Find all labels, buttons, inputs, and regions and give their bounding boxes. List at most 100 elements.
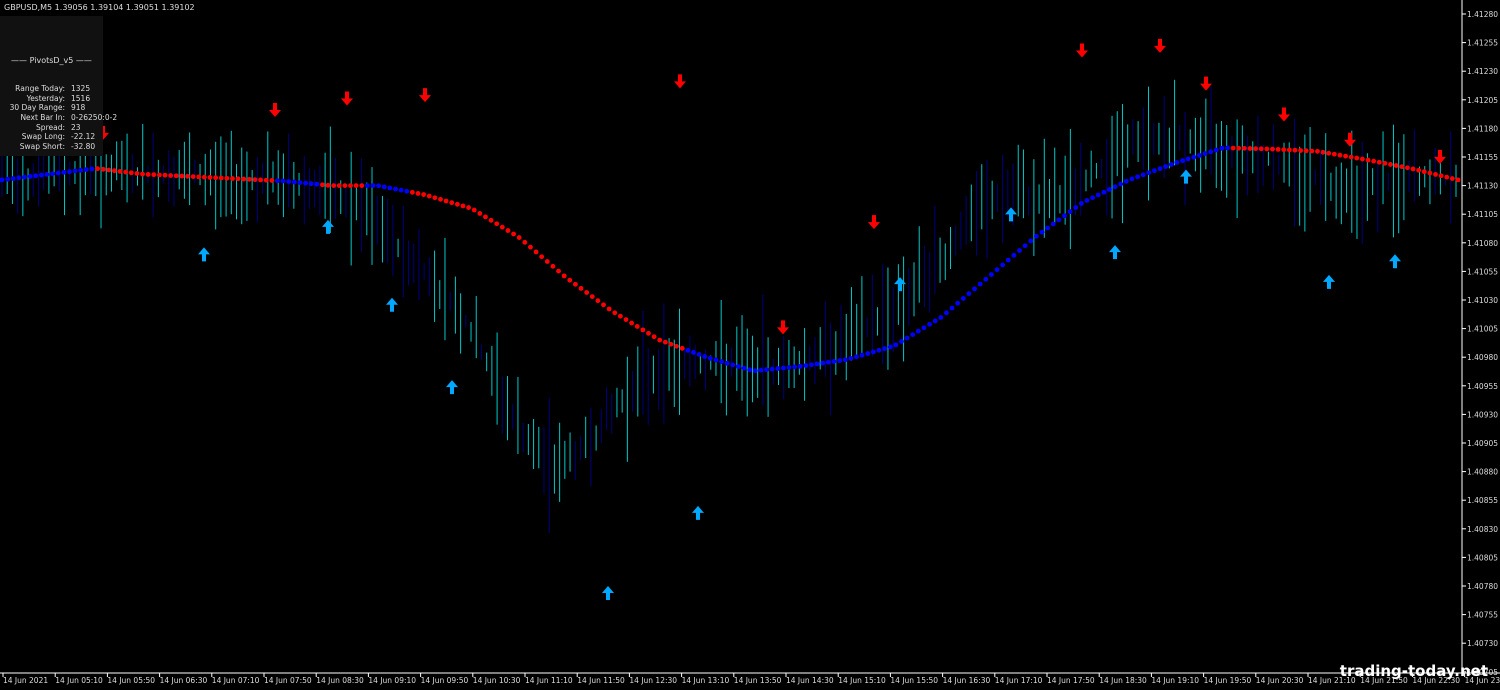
trend-dot [932, 318, 938, 324]
trend-dot [112, 168, 117, 174]
trend-dot [1202, 151, 1208, 156]
trend-dot [1180, 158, 1185, 164]
y-tick-label: 1.40755 [1467, 611, 1498, 620]
trend-dot [685, 347, 691, 353]
trend-dot [825, 359, 831, 365]
buy-arrow-icon [602, 586, 614, 600]
trend-dot [1033, 233, 1039, 239]
trend-dot [38, 172, 44, 178]
trend-dot [876, 347, 882, 353]
trend-dot [404, 188, 410, 194]
x-tick-label: 14 Jun 2021 [3, 676, 48, 685]
trend-dot [1146, 170, 1152, 176]
x-tick-label: 14 Jun 09:10 [368, 676, 416, 685]
trend-dot [848, 356, 854, 361]
trend-dot [5, 176, 11, 182]
trend-dot [792, 364, 798, 370]
trend-dot [747, 367, 753, 373]
x-tick-label: 14 Jun 18:30 [1099, 676, 1147, 685]
trend-dot [466, 205, 471, 210]
trend-dot [308, 181, 314, 187]
trend-dot [1247, 146, 1253, 151]
trend-dot [218, 175, 224, 181]
trend-dot [854, 354, 859, 360]
buy-arrow-icon [894, 277, 906, 292]
trend-dot [27, 174, 33, 179]
sell-arrow-icon [1154, 38, 1166, 53]
panel-value: -22.12 [71, 132, 96, 141]
trend-dot [415, 191, 421, 196]
x-tick-label: 14 Jun 16:30 [943, 676, 991, 685]
trend-dot [50, 171, 55, 177]
trend-dot [927, 321, 932, 327]
symbol-header: GBPUSD,M5 1.39056 1.39104 1.39051 1.3910… [4, 3, 195, 12]
trend-dot [893, 342, 899, 348]
buy-arrow-icon [198, 247, 210, 262]
y-tick-label: 1.41130 [1467, 182, 1498, 191]
trend-dot [1360, 156, 1365, 162]
trend-dot [1208, 149, 1214, 155]
buy-arrow-icon [1109, 245, 1121, 260]
trend-dot [1017, 248, 1022, 253]
trend-dot [1039, 229, 1045, 235]
sell-arrow-icon [1076, 43, 1088, 58]
trend-dot [994, 267, 1000, 273]
x-tick-label: 14 Jun 12:30 [629, 676, 677, 685]
trend-dot [651, 334, 657, 340]
trend-dot [134, 171, 140, 176]
trend-dot [646, 330, 651, 336]
trend-dot [1264, 146, 1270, 152]
panel-row-swap-long: Swap Long: -22.12 [0, 132, 103, 142]
x-tick-label: 14 Jun 05:10 [55, 676, 103, 685]
trend-dot [381, 184, 387, 190]
trend-dot [201, 174, 207, 180]
trend-dot [207, 175, 213, 180]
sell-arrow-icon [1200, 76, 1212, 91]
y-tick-label: 1.40880 [1467, 468, 1498, 477]
trend-dot [409, 189, 415, 195]
trend-dot [106, 167, 112, 173]
trend-dot [949, 305, 955, 311]
panel-label: Swap Long: [21, 132, 65, 141]
trend-dot [10, 176, 16, 181]
y-tick-label: 1.40955 [1467, 382, 1498, 391]
trend-dot [1118, 181, 1124, 187]
trend-dot [1281, 147, 1287, 153]
trend-dot [185, 173, 190, 179]
trend-dot [320, 182, 325, 188]
sell-arrow-icon [777, 320, 789, 335]
x-tick-label: 14 Jun 07:50 [264, 676, 312, 685]
panel-label: Next Bar In: [20, 113, 65, 122]
trend-dot [1140, 172, 1146, 178]
trend-dot [275, 178, 280, 184]
trend-dot [1129, 176, 1135, 182]
sell-arrow-icon [1278, 107, 1290, 122]
trend-dot [213, 175, 219, 181]
trend-dot [769, 366, 775, 372]
trend-dot [179, 173, 185, 179]
trend-dot [814, 361, 820, 367]
trend-dot [173, 173, 179, 179]
trend-dot [286, 179, 292, 184]
trend-dot [230, 176, 235, 181]
trend-dot [601, 302, 606, 308]
trend-dot [528, 244, 533, 250]
y-tick-label: 1.40980 [1467, 353, 1498, 362]
trend-dot [1174, 160, 1180, 165]
y-tick-label: 1.41155 [1467, 153, 1498, 162]
trend-dot [702, 354, 708, 359]
trend-dot [252, 177, 258, 183]
trend-dot [398, 187, 404, 193]
y-tick-label: 1.41055 [1467, 267, 1498, 276]
x-tick-label: 14 Jun 17:50 [1047, 676, 1095, 685]
chart-area[interactable]: 1.41280 1.41255 1.41230 1.41205 1.41180 1.411… [0, 0, 1500, 690]
price-chart[interactable]: 1.41280 1.41255 1.41230 1.41205 1.41180 1.411… [0, 0, 1500, 690]
trend-dot [938, 315, 944, 320]
y-tick-label: 1.41005 [1467, 325, 1498, 334]
x-tick-label: 14 Jun 15:50 [890, 676, 938, 685]
trend-dot [1090, 195, 1095, 201]
trend-dot [870, 349, 876, 355]
trend-dot [443, 198, 449, 204]
trend-dot [246, 176, 252, 182]
trend-dot [1084, 198, 1090, 203]
